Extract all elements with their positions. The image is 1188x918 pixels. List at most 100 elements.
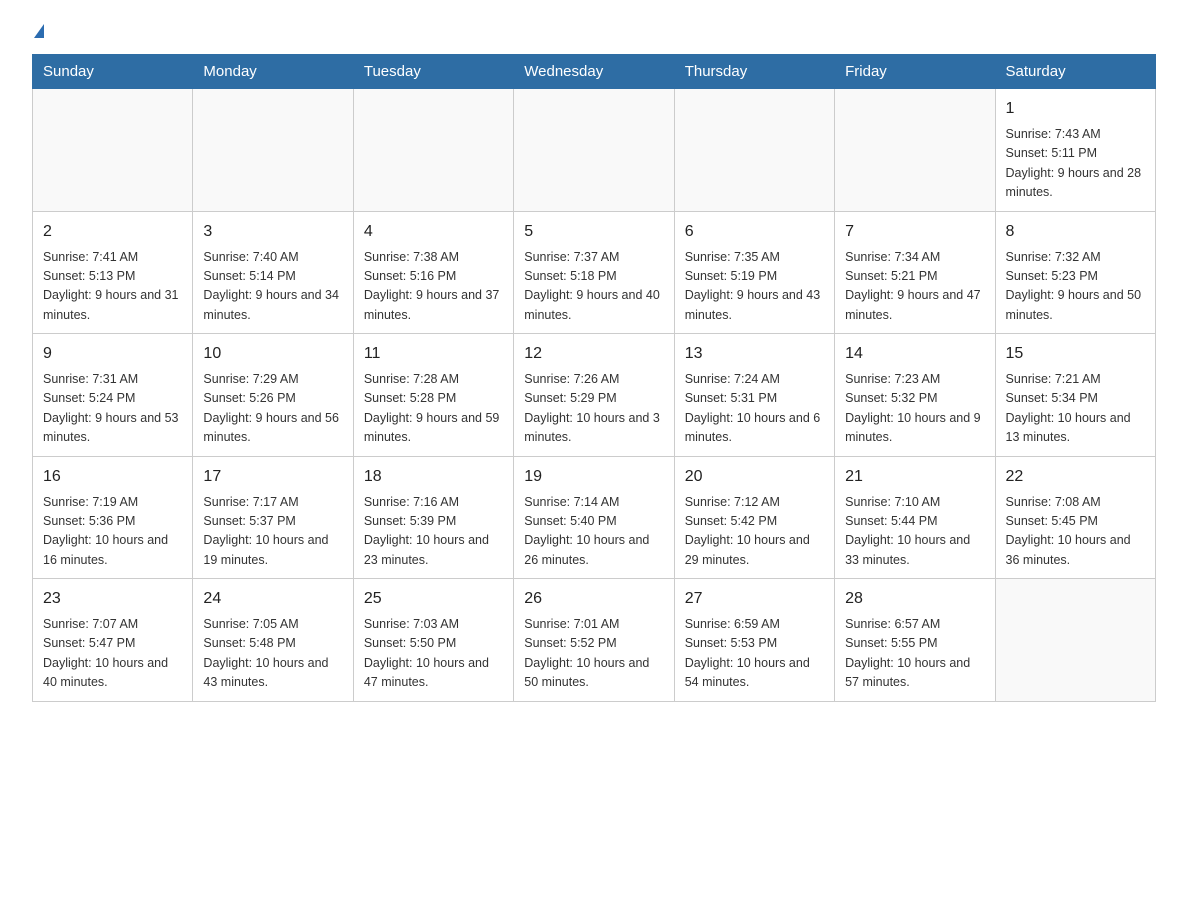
day-info: Sunrise: 7:34 AMSunset: 5:21 PMDaylight:… — [845, 248, 984, 326]
calendar-day-cell: 22 Sunrise: 7:08 AMSunset: 5:45 PMDayligh… — [995, 456, 1155, 579]
day-number: 25 — [364, 587, 503, 611]
day-info: Sunrise: 7:31 AMSunset: 5:24 PMDaylight:… — [43, 370, 182, 448]
day-info: Sunrise: 7:43 AMSunset: 5:11 PMDaylight:… — [1006, 125, 1145, 203]
calendar-week-row: 16 Sunrise: 7:19 AMSunset: 5:36 PMDayligh… — [33, 456, 1156, 579]
calendar-day-cell — [33, 89, 193, 212]
day-info: Sunrise: 7:37 AMSunset: 5:18 PMDaylight:… — [524, 248, 663, 326]
day-number: 12 — [524, 342, 663, 366]
calendar-week-row: 23 Sunrise: 7:07 AMSunset: 5:47 PMDayligh… — [33, 579, 1156, 702]
day-number: 17 — [203, 465, 342, 489]
day-number: 1 — [1006, 97, 1145, 121]
logo-wordmark — [32, 24, 44, 38]
day-number: 24 — [203, 587, 342, 611]
day-info: Sunrise: 7:32 AMSunset: 5:23 PMDaylight:… — [1006, 248, 1145, 326]
calendar-day-cell: 13 Sunrise: 7:24 AMSunset: 5:31 PMDayligh… — [674, 334, 834, 457]
calendar-day-cell: 28 Sunrise: 6:57 AMSunset: 5:55 PMDayligh… — [835, 579, 995, 702]
calendar-day-cell: 4 Sunrise: 7:38 AMSunset: 5:16 PMDaylight… — [353, 211, 513, 334]
day-number: 9 — [43, 342, 182, 366]
day-number: 28 — [845, 587, 984, 611]
day-number: 5 — [524, 220, 663, 244]
day-info: Sunrise: 7:40 AMSunset: 5:14 PMDaylight:… — [203, 248, 342, 326]
calendar-day-cell — [514, 89, 674, 212]
calendar-day-header: Wednesday — [514, 55, 674, 89]
day-info: Sunrise: 7:07 AMSunset: 5:47 PMDaylight:… — [43, 615, 182, 693]
calendar-header-row: SundayMondayTuesdayWednesdayThursdayFrid… — [33, 55, 1156, 89]
calendar-day-header: Thursday — [674, 55, 834, 89]
day-number: 11 — [364, 342, 503, 366]
calendar-day-cell — [674, 89, 834, 212]
calendar-day-cell: 2Sunrise: 7:41 AMSunset: 5:13 PMDaylight… — [33, 211, 193, 334]
day-number: 14 — [845, 342, 984, 366]
calendar-day-cell: 20Sunrise: 7:12 AMSunset: 5:42 PMDayligh… — [674, 456, 834, 579]
calendar-day-cell: 25 Sunrise: 7:03 AMSunset: 5:50 PMDayligh… — [353, 579, 513, 702]
calendar-week-row: 9 Sunrise: 7:31 AMSunset: 5:24 PMDaylight… — [33, 334, 1156, 457]
day-info: Sunrise: 7:10 AMSunset: 5:44 PMDaylight:… — [845, 493, 984, 571]
day-number: 20 — [685, 465, 824, 489]
day-info: Sunrise: 7:05 AMSunset: 5:48 PMDaylight:… — [203, 615, 342, 693]
page-header — [32, 24, 1156, 38]
day-info: Sunrise: 7:26 AMSunset: 5:29 PMDaylight:… — [524, 370, 663, 448]
day-info: Sunrise: 7:21 AMSunset: 5:34 PMDaylight:… — [1006, 370, 1145, 448]
day-info: Sunrise: 7:01 AMSunset: 5:52 PMDaylight:… — [524, 615, 663, 693]
calendar-day-cell: 17 Sunrise: 7:17 AMSunset: 5:37 PMDayligh… — [193, 456, 353, 579]
day-number: 27 — [685, 587, 824, 611]
calendar-day-header: Friday — [835, 55, 995, 89]
calendar-day-cell: 1 Sunrise: 7:43 AMSunset: 5:11 PMDaylight… — [995, 89, 1155, 212]
calendar-day-cell: 11 Sunrise: 7:28 AMSunset: 5:28 PMDayligh… — [353, 334, 513, 457]
calendar-day-cell: 8 Sunrise: 7:32 AMSunset: 5:23 PMDaylight… — [995, 211, 1155, 334]
day-number: 13 — [685, 342, 824, 366]
day-number: 26 — [524, 587, 663, 611]
logo — [32, 24, 44, 38]
day-info: Sunrise: 7:23 AMSunset: 5:32 PMDaylight:… — [845, 370, 984, 448]
calendar-day-cell — [193, 89, 353, 212]
day-number: 16 — [43, 465, 182, 489]
day-info: Sunrise: 7:28 AMSunset: 5:28 PMDaylight:… — [364, 370, 503, 448]
logo-triangle-icon — [34, 24, 44, 38]
calendar-day-cell: 16 Sunrise: 7:19 AMSunset: 5:36 PMDayligh… — [33, 456, 193, 579]
calendar-day-header: Sunday — [33, 55, 193, 89]
day-info: Sunrise: 7:19 AMSunset: 5:36 PMDaylight:… — [43, 493, 182, 571]
day-info: Sunrise: 7:08 AMSunset: 5:45 PMDaylight:… — [1006, 493, 1145, 571]
day-number: 7 — [845, 220, 984, 244]
day-info: Sunrise: 7:29 AMSunset: 5:26 PMDaylight:… — [203, 370, 342, 448]
day-info: Sunrise: 7:35 AMSunset: 5:19 PMDaylight:… — [685, 248, 824, 326]
calendar-day-header: Monday — [193, 55, 353, 89]
day-info: Sunrise: 7:03 AMSunset: 5:50 PMDaylight:… — [364, 615, 503, 693]
calendar-day-cell — [353, 89, 513, 212]
day-number: 4 — [364, 220, 503, 244]
calendar-day-cell: 27Sunrise: 6:59 AMSunset: 5:53 PMDayligh… — [674, 579, 834, 702]
day-number: 6 — [685, 220, 824, 244]
day-number: 2 — [43, 220, 182, 244]
calendar-day-cell: 12 Sunrise: 7:26 AMSunset: 5:29 PMDayligh… — [514, 334, 674, 457]
calendar-day-cell: 5 Sunrise: 7:37 AMSunset: 5:18 PMDaylight… — [514, 211, 674, 334]
calendar-day-header: Tuesday — [353, 55, 513, 89]
day-number: 15 — [1006, 342, 1145, 366]
calendar-day-cell — [835, 89, 995, 212]
day-number: 19 — [524, 465, 663, 489]
day-info: Sunrise: 7:14 AMSunset: 5:40 PMDaylight:… — [524, 493, 663, 571]
day-number: 3 — [203, 220, 342, 244]
day-info: Sunrise: 7:16 AMSunset: 5:39 PMDaylight:… — [364, 493, 503, 571]
calendar-day-cell: 24 Sunrise: 7:05 AMSunset: 5:48 PMDayligh… — [193, 579, 353, 702]
calendar-day-cell: 21 Sunrise: 7:10 AMSunset: 5:44 PMDayligh… — [835, 456, 995, 579]
calendar-day-cell — [995, 579, 1155, 702]
calendar-week-row: 2Sunrise: 7:41 AMSunset: 5:13 PMDaylight… — [33, 211, 1156, 334]
day-info: Sunrise: 6:57 AMSunset: 5:55 PMDaylight:… — [845, 615, 984, 693]
day-info: Sunrise: 7:17 AMSunset: 5:37 PMDaylight:… — [203, 493, 342, 571]
day-number: 21 — [845, 465, 984, 489]
calendar-day-cell: 6 Sunrise: 7:35 AMSunset: 5:19 PMDaylight… — [674, 211, 834, 334]
day-info: Sunrise: 7:24 AMSunset: 5:31 PMDaylight:… — [685, 370, 824, 448]
calendar-day-cell: 10 Sunrise: 7:29 AMSunset: 5:26 PMDayligh… — [193, 334, 353, 457]
calendar-day-cell: 15 Sunrise: 7:21 AMSunset: 5:34 PMDayligh… — [995, 334, 1155, 457]
calendar-day-cell: 7 Sunrise: 7:34 AMSunset: 5:21 PMDaylight… — [835, 211, 995, 334]
calendar-week-row: 1 Sunrise: 7:43 AMSunset: 5:11 PMDaylight… — [33, 89, 1156, 212]
day-number: 8 — [1006, 220, 1145, 244]
calendar-day-cell: 18Sunrise: 7:16 AMSunset: 5:39 PMDayligh… — [353, 456, 513, 579]
day-number: 23 — [43, 587, 182, 611]
day-number: 22 — [1006, 465, 1145, 489]
calendar-day-cell: 14 Sunrise: 7:23 AMSunset: 5:32 PMDayligh… — [835, 334, 995, 457]
calendar-table: SundayMondayTuesdayWednesdayThursdayFrid… — [32, 54, 1156, 702]
day-info: Sunrise: 7:38 AMSunset: 5:16 PMDaylight:… — [364, 248, 503, 326]
day-number: 10 — [203, 342, 342, 366]
calendar-day-cell: 23 Sunrise: 7:07 AMSunset: 5:47 PMDayligh… — [33, 579, 193, 702]
